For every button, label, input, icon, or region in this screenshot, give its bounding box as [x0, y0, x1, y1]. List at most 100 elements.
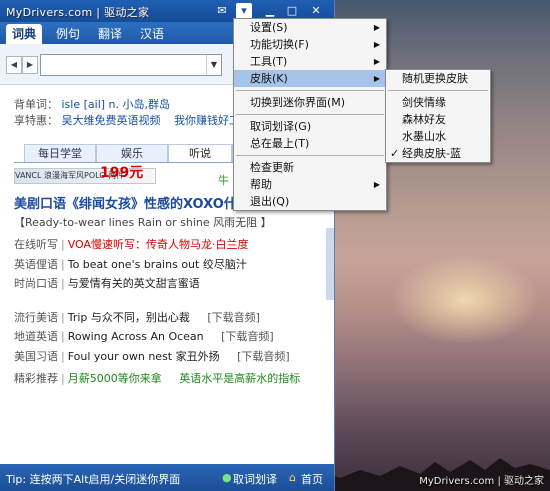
- minimize-button[interactable]: ▁: [262, 3, 278, 19]
- menu-item-skin-classic-blue[interactable]: ✓ 经典皮肤-蓝: [386, 145, 490, 162]
- row-label: 英语俚语: [14, 258, 58, 271]
- menu-item-function-switch[interactable]: 功能切换(F) ▶: [234, 36, 386, 53]
- side-collapse-handle[interactable]: [326, 228, 334, 300]
- menu-item-settings[interactable]: 设置(S) ▶: [234, 19, 386, 36]
- status-bar: Tip: 连按两下Alt启用/关闭迷你界面 ● 取词划译 ⌂ 首页: [0, 464, 334, 491]
- menu-item-label: 皮肤(K): [250, 72, 288, 85]
- subtab-listen-speak[interactable]: 听说: [168, 144, 232, 162]
- menu-item-label: 剑侠情缘: [402, 96, 446, 109]
- headline-link[interactable]: 美剧口语《绯闻女孩》性感的XOXO什: [14, 193, 237, 212]
- tab-chinese[interactable]: 汉语: [134, 24, 170, 44]
- tab-examples[interactable]: 例句: [50, 24, 86, 44]
- row-link[interactable]: Rowing Across An Ocean: [68, 330, 204, 343]
- menu-item-tools[interactable]: 工具(T) ▶: [234, 53, 386, 70]
- main-menu: 设置(S) ▶ 功能切换(F) ▶ 工具(T) ▶ 皮肤(K) ▶ 切换到迷你界面(M)…: [233, 18, 387, 211]
- menu-item-label: 退出(Q): [250, 195, 290, 208]
- list-item: 时尚口语 | 与爱情有关的英文甜言蜜语: [14, 277, 200, 290]
- row-link[interactable]: Foul your own nest 家丑外扬: [68, 350, 220, 363]
- menu-item-capture-translate[interactable]: 取词划译(G): [234, 118, 386, 135]
- chat-icon[interactable]: ✉: [214, 3, 230, 19]
- menu-button[interactable]: ▾: [236, 3, 252, 19]
- menu-item-label: 森林好友: [402, 113, 446, 126]
- watermark-bottom: MyDrivers.com | 驱动之家: [419, 476, 544, 487]
- vocab-label: 背单词：: [14, 98, 58, 111]
- menu-item-label: 切换到迷你界面(M): [250, 96, 346, 109]
- menu-item-label: 水墨山水: [402, 130, 446, 143]
- download-audio-link[interactable]: [下载音频]: [207, 311, 260, 324]
- menu-separator: [388, 90, 488, 91]
- menu-item-always-on-top[interactable]: 总在最上(T): [234, 135, 386, 152]
- menu-item-exit[interactable]: 退出(Q): [234, 193, 386, 210]
- row-link[interactable]: 月薪5000等你来拿: [68, 372, 162, 385]
- tab-translate[interactable]: 翻译: [92, 24, 128, 44]
- row-label: 精彩推荐: [14, 372, 58, 385]
- menu-item-skin[interactable]: 皮肤(K) ▶: [234, 70, 386, 87]
- menu-item-label: 工具(T): [250, 55, 288, 68]
- search-dropdown-icon[interactable]: ▼: [206, 55, 221, 75]
- submenu-arrow-icon: ▶: [373, 74, 380, 83]
- subtab-daily[interactable]: 每日学堂: [24, 144, 96, 162]
- headline-subline: 【Ready-to-wear lines Rain or shine 风雨无阻 …: [14, 216, 272, 229]
- menu-item-label: 检查更新: [250, 161, 294, 174]
- back-button[interactable]: ◀: [6, 56, 22, 74]
- download-audio-link[interactable]: [下载音频]: [237, 350, 290, 363]
- submenu-arrow-icon: ▶: [373, 40, 380, 49]
- row-label: 流行美语: [14, 311, 58, 324]
- menu-item-label: 功能切换(F): [250, 38, 309, 51]
- list-item: 精彩推荐 | 月薪5000等你来拿 英语水平是高薪水的指标: [14, 372, 301, 385]
- row-label: 在线听写: [14, 238, 58, 251]
- menu-item-label: 随机更换皮肤: [402, 72, 468, 85]
- menu-item-skin-ink[interactable]: 水墨山水: [386, 128, 490, 145]
- menu-item-mini-mode[interactable]: 切换到迷你界面(M): [234, 94, 386, 111]
- submenu-arrow-icon: ▶: [373, 23, 380, 32]
- vocab-line: 背单词： isle [ail] n. 小岛,群岛: [14, 96, 170, 112]
- skin-submenu: 随机更换皮肤 剑侠情缘 森林好友 水墨山水 ✓ 经典皮肤-蓝: [385, 69, 491, 163]
- menu-item-skin-swordsman[interactable]: 剑侠情缘: [386, 94, 490, 111]
- menu-item-label: 取词划译(G): [250, 120, 312, 133]
- home-button[interactable]: 首页: [301, 471, 323, 487]
- sunset-glow: [390, 255, 540, 345]
- row-link[interactable]: VOA慢速听写：传奇人物马龙·白兰度: [68, 238, 249, 251]
- capture-translate-button[interactable]: 取词划译: [233, 471, 277, 487]
- menu-separator: [236, 155, 384, 156]
- menu-item-label: 设置(S): [250, 21, 288, 34]
- promo-link-1[interactable]: 吴大维免费英语视频: [62, 114, 161, 127]
- menu-item-check-update[interactable]: 检查更新: [234, 159, 386, 176]
- row-link[interactable]: 与爱情有关的英文甜言蜜语: [68, 277, 200, 290]
- menu-item-label: 帮助: [250, 178, 272, 191]
- menu-item-skin-forest[interactable]: 森林好友: [386, 111, 490, 128]
- ad-banner[interactable]: VANCL 浪漫海军风POLO 两件 199元: [14, 165, 156, 184]
- row-link[interactable]: Trip 与众不同，别出心裁: [68, 311, 190, 324]
- ad-price: 199元: [100, 165, 144, 181]
- maximize-button[interactable]: □: [284, 3, 300, 19]
- row-link[interactable]: To beat one's brains out 绞尽脑汁: [68, 258, 247, 271]
- menu-separator: [236, 90, 384, 91]
- forward-button[interactable]: ▶: [22, 56, 38, 74]
- subtab-fun[interactable]: 娱乐: [96, 144, 168, 162]
- vocab-word[interactable]: isle [ail] n. 小岛,群岛: [62, 98, 171, 111]
- submenu-arrow-icon: ▶: [373, 180, 380, 189]
- list-item: 流行美语 | Trip 与众不同，别出心裁 [下载音频]: [14, 311, 260, 324]
- menu-item-label: 总在最上(T): [250, 137, 310, 150]
- ad-side-text[interactable]: 牛: [218, 172, 229, 188]
- list-item: 地道英语 | Rowing Across An Ocean [下载音频]: [14, 330, 274, 343]
- capture-icon: ●: [222, 471, 232, 484]
- submenu-arrow-icon: ▶: [373, 57, 380, 66]
- tip-text: Tip: 连按两下Alt启用/关闭迷你界面: [6, 473, 181, 486]
- tab-dictionary[interactable]: 词典: [6, 24, 43, 44]
- menu-item-label: 经典皮肤-蓝: [402, 147, 461, 160]
- menu-separator: [236, 114, 384, 115]
- row-label: 地道英语: [14, 330, 58, 343]
- list-item: 美国习语 | Foul your own nest 家丑外扬 [下载音频]: [14, 350, 290, 363]
- download-audio-link[interactable]: [下载音频]: [221, 330, 274, 343]
- list-item: 在线听写 | VOA慢速听写：传奇人物马龙·白兰度: [14, 238, 249, 251]
- promo-line: 享特惠： 吴大维免费英语视频 我你赚钱好工: [14, 112, 240, 128]
- watermark-top: MyDrivers.com | 驱动之家: [6, 6, 150, 19]
- recommend-link[interactable]: 英语水平是高薪水的指标: [179, 372, 300, 385]
- search-input[interactable]: ▼: [40, 54, 222, 76]
- close-button[interactable]: ✕: [308, 3, 324, 19]
- row-label: 美国习语: [14, 350, 58, 363]
- menu-item-random-skin[interactable]: 随机更换皮肤: [386, 70, 490, 87]
- promo-link-2[interactable]: 我你赚钱好工: [174, 114, 240, 127]
- menu-item-help[interactable]: 帮助 ▶: [234, 176, 386, 193]
